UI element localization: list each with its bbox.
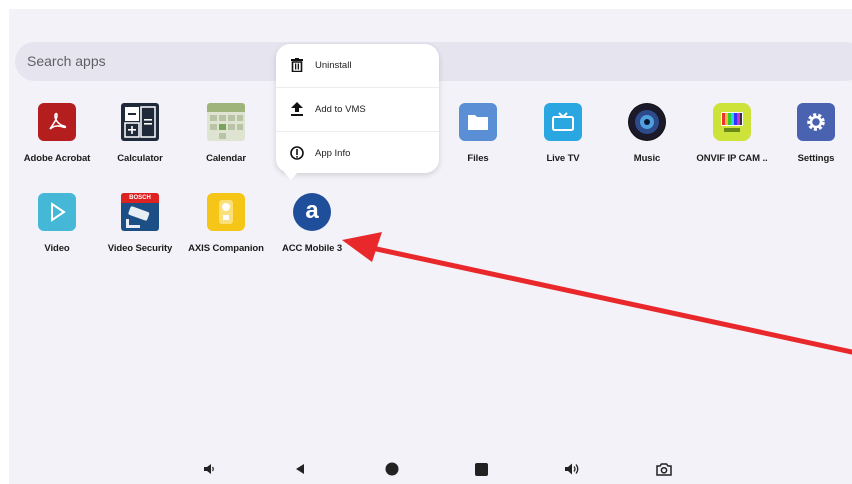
annotation-arrow <box>342 232 852 355</box>
volume-down-icon[interactable] <box>201 461 217 477</box>
camera-icon[interactable] <box>656 461 672 477</box>
recents-icon[interactable] <box>473 461 489 477</box>
home-icon[interactable] <box>384 461 400 477</box>
back-icon[interactable] <box>292 461 308 477</box>
navigation-bar <box>9 455 852 484</box>
volume-up-icon[interactable] <box>564 461 580 477</box>
